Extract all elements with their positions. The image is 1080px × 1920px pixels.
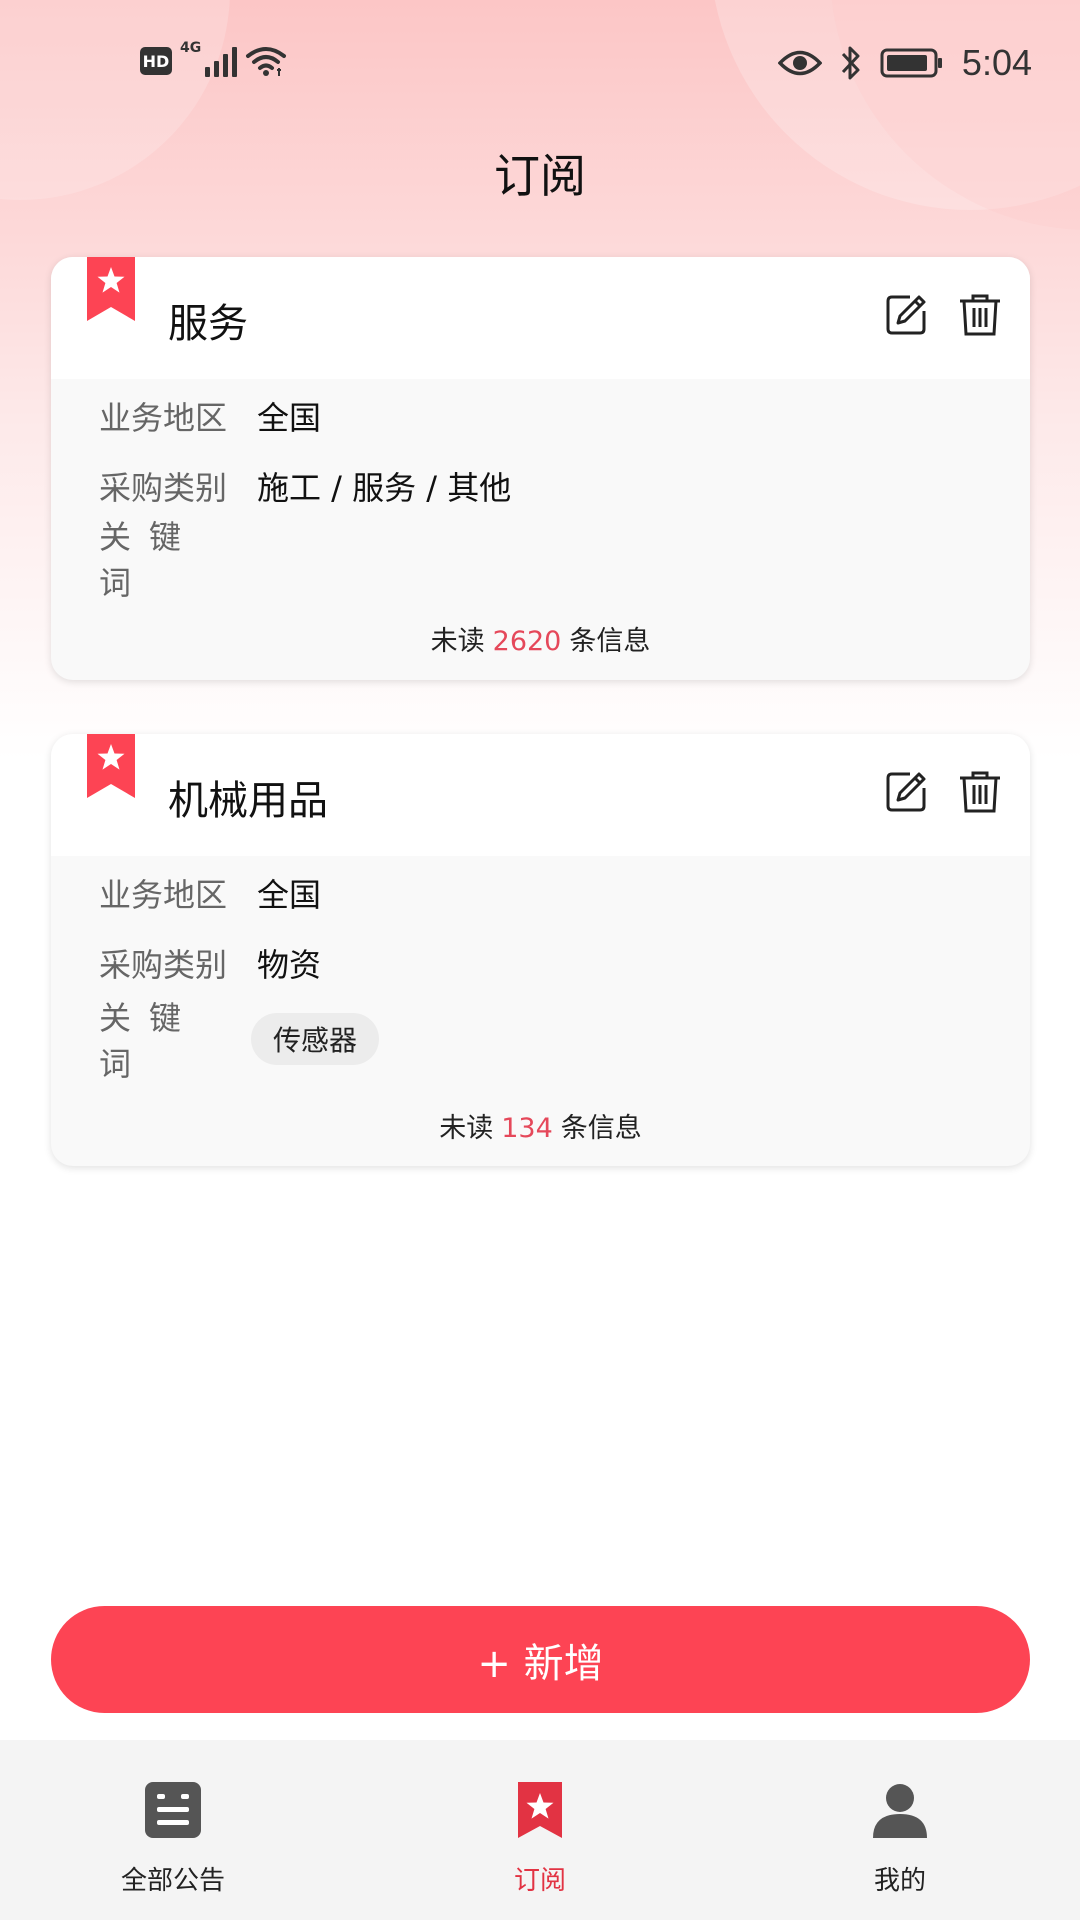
nav-label: 全部公告 [120,1866,225,1896]
keyword-row: 关键词 传感器 [99,999,380,1083]
status-bar-left: HD 4G [140,40,287,78]
keyword-label: 关键词 [99,518,200,602]
nav-item-subscriptions[interactable]: 订阅 [440,1780,640,1897]
region-row: 业务地区 全国 [99,868,321,918]
card-title: 服务 [168,301,248,347]
card-header: 机械用品 [51,734,1030,856]
signal-icon [205,45,238,77]
keyword-row: 关键词 [99,518,239,602]
eye-icon [777,50,822,76]
wifi-icon [246,47,287,76]
region-value: 全国 [257,399,322,437]
category-value: 施工 / 服务 / 其他 [257,469,512,507]
nav-label: 我的 [873,1866,926,1896]
edit-icon[interactable] [884,770,928,814]
unread-prefix: 未读 [439,1113,494,1144]
region-value: 全国 [257,876,322,914]
unread-suffix: 条信息 [569,626,651,657]
battery-icon [880,48,942,78]
category-label: 采购类别 [99,469,228,507]
bluetooth-icon [841,46,860,80]
clock: 5:04 [961,42,1032,83]
category-label: 采购类别 [99,946,228,984]
unread-count-text: 未读 2620 条信息 [51,619,1030,658]
category-row: 采购类别 施工 / 服务 / 其他 [99,461,511,511]
unread-count: 134 [501,1113,553,1144]
region-row: 业务地区 全国 [99,391,321,441]
category-value: 物资 [257,946,322,984]
person-icon [873,1784,927,1838]
bookmark-star-icon [87,734,135,798]
status-bar: HD 4G 5:04 [0,0,1080,130]
region-label: 业务地区 [99,876,228,914]
edit-icon[interactable] [884,293,928,337]
bookmark-star-icon [518,1782,562,1838]
unread-prefix: 未读 [430,626,485,657]
page-title: 订阅 [494,149,586,203]
card-header: 服务 [51,257,1030,379]
network-type: 4G [180,40,202,56]
bookmark-star-icon [87,257,135,321]
unread-suffix: 条信息 [560,1113,642,1144]
subscription-card[interactable]: 机械用品 业务地区 全国 采购类别 物资 关键词 传感器 未读 134 条信息 [51,734,1030,1166]
keyword-chip: 传感器 [251,1013,380,1065]
bottom-nav: 全部公告 订阅 我的 [0,1740,1080,1920]
hd-badge: HD [140,47,172,75]
status-bar-right: 5:04 [777,42,1032,84]
unread-count: 2620 [492,626,562,657]
region-label: 业务地区 [99,399,228,437]
nav-item-mine[interactable]: 我的 [800,1780,1000,1897]
trash-icon[interactable] [958,293,1002,337]
card-title: 机械用品 [168,778,328,824]
nav-item-all-announcements[interactable]: 全部公告 [73,1780,273,1897]
trash-icon[interactable] [958,770,1002,814]
keyword-label: 关键词 [99,999,200,1083]
add-subscription-button[interactable]: + 新增 [51,1606,1030,1713]
list-icon [145,1782,201,1838]
category-row: 采购类别 物资 [99,938,321,988]
subscription-card[interactable]: 服务 业务地区 全国 采购类别 施工 / 服务 / 其他 关键词 未读 2620 条… [51,257,1030,680]
unread-count-text: 未读 134 条信息 [51,1106,1030,1145]
nav-label: 订阅 [513,1866,566,1896]
